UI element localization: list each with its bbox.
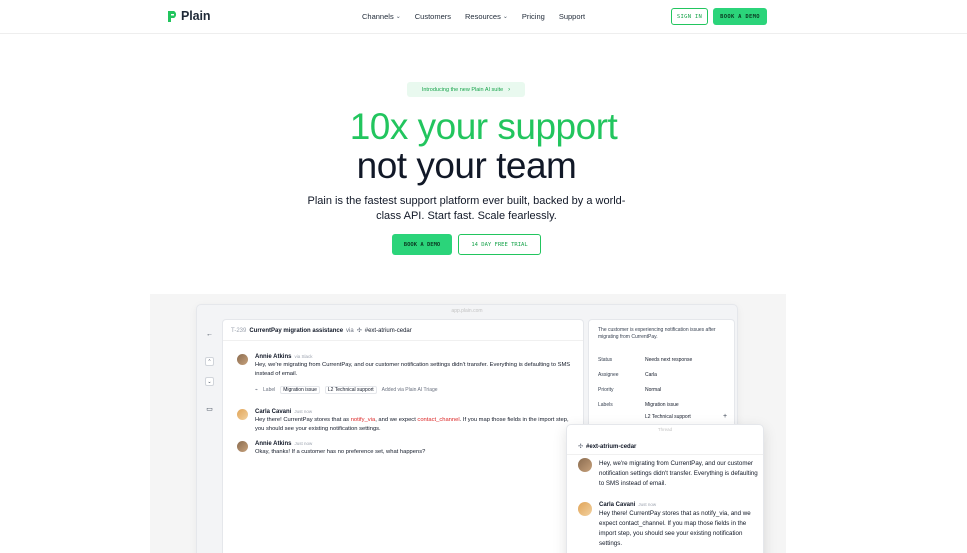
sign-in-button[interactable]: SIGN IN [671,8,708,25]
announcement-pill[interactable]: Introducing the new Plain AI suite › [407,82,525,97]
message-text-part: , and we expect [375,417,418,423]
chevron-down-icon: ⌄ [502,14,508,20]
message-text: Hey there! CurrentPay stores that as not… [599,510,751,547]
detail-value: Normal [645,387,662,393]
detail-value: Migration issue [645,402,679,408]
detail-value: Carla [645,372,657,378]
chevron-down-icon: ⌄ [395,14,401,20]
message-author: Annie Atkins [255,354,292,360]
thread-header: T-239 CurrentPay migration assistance vi… [231,327,412,335]
thread-id: T-239 [231,327,247,334]
nav-book-demo-button[interactable]: BOOK A DEMO [713,8,767,25]
tag-l2-support[interactable]: L2 Technical support [324,386,377,394]
popout-header-label: Thread [657,427,673,432]
tags-label: Label [263,387,276,393]
thread-customer-channel: #ext-atrium-cedar [364,327,412,334]
inline-code: contact_channel [417,417,460,423]
headline-line-1: 10x your support [349,106,618,147]
announcement-text: Introducing the new Plain AI suite [421,86,504,93]
nav-link-resources[interactable]: Resources ⌄ [465,12,508,21]
message-author: Annie Atkins [255,441,292,447]
app-rail: ← ⌃ ⌄ ▭ [197,319,221,553]
brand-logo[interactable]: Plain [167,9,210,23]
chevron-up-icon[interactable]: ⌃ [205,357,214,366]
message-author: Carla Cavani [599,502,636,508]
avatar [578,502,592,516]
detail-key: Labels [598,402,613,408]
avatar [237,441,248,452]
sidebar-panel-icon[interactable]: ▭ [205,404,214,413]
nav-link-label: Resources [465,12,501,21]
nav-link-label: Support [558,12,586,21]
add-icon[interactable]: + [723,413,727,420]
message-text: Hey, we're migrating from CurrentPay, an… [599,460,758,487]
slack-thread-popout: Thread ✣ #ext-atrium-cedar Hey, we're mi… [566,424,764,553]
detail-key: Status [598,357,613,363]
nav-link-pricing[interactable]: Pricing [522,12,545,21]
tag-migration-issue[interactable]: Migration issue [280,386,320,394]
avatar [578,458,592,472]
detail-key: Priority [598,387,614,393]
detail-value: Needs next response [645,357,693,363]
message-time: Just now [638,502,657,507]
divider [223,340,583,341]
thread-summary: The customer is experiencing notificatio… [598,327,716,340]
nav-link-label: Channels [362,12,394,21]
inline-code: notify_via [350,417,376,423]
message-text: Hey there! CurrentPay stores that as not… [255,416,577,433]
avatar [237,354,248,365]
headline-line-2: not your team [356,145,577,186]
top-nav: Plain Channels ⌄ Customers Resources ⌄ Pri… [0,0,967,34]
thread-title: CurrentPay migration assistance [249,327,344,334]
nav-link-customers[interactable]: Customers [415,12,451,21]
message-text: Okay, thanks! If a customer has no prefe… [255,449,426,455]
detail-key: Assignee [598,372,619,378]
brand-name: Plain [181,9,211,23]
plain-logo-icon [167,10,178,23]
message-text-part: Hey there! CurrentPay stores that as [255,417,351,423]
back-arrow-icon[interactable]: ← [205,330,214,339]
nav-links: Channels ⌄ Customers Resources ⌄ Pricing S… [362,12,585,21]
message-time: Just now [294,441,313,446]
nav-link-channels[interactable]: Channels ⌄ [362,12,401,21]
book-demo-button[interactable]: BOOK A DEMO [392,234,452,255]
nav-link-label: Customers [414,12,451,21]
tag-icon: ⌁ [255,387,259,393]
message-time: via Slack [294,354,313,359]
divider [567,454,763,455]
thread-via: via [346,327,354,334]
popout-title: ✣ #ext-atrium-cedar [578,443,637,451]
detail-value: L2 Technical support [645,414,691,420]
chevron-right-icon: › [508,86,511,93]
avatar [237,409,248,420]
tags-note: Added via Plain AI Triage [381,387,438,393]
popout-channel: #ext-atrium-cedar [586,443,637,450]
thread-panel: T-239 CurrentPay migration assistance vi… [222,319,584,553]
slack-icon: ✣ [356,328,362,334]
nav-link-label: Pricing [521,12,545,21]
message-text: Hey, we're migrating from CurrentPay, an… [255,362,571,377]
slack-icon: ✣ [578,444,584,450]
chevron-down-icon[interactable]: ⌄ [205,377,214,386]
hero-subtitle: Plain is the fastest support platform ev… [307,195,626,222]
free-trial-button[interactable]: 14 DAY FREE TRIAL [458,234,541,255]
nav-link-support[interactable]: Support [559,12,585,21]
message-tags: ⌁ Label Migration issue L2 Technical sup… [255,386,438,394]
app-url: app.plain.com [451,308,483,314]
message-time: Just now [294,409,313,414]
message-author: Carla Cavani [255,409,292,415]
